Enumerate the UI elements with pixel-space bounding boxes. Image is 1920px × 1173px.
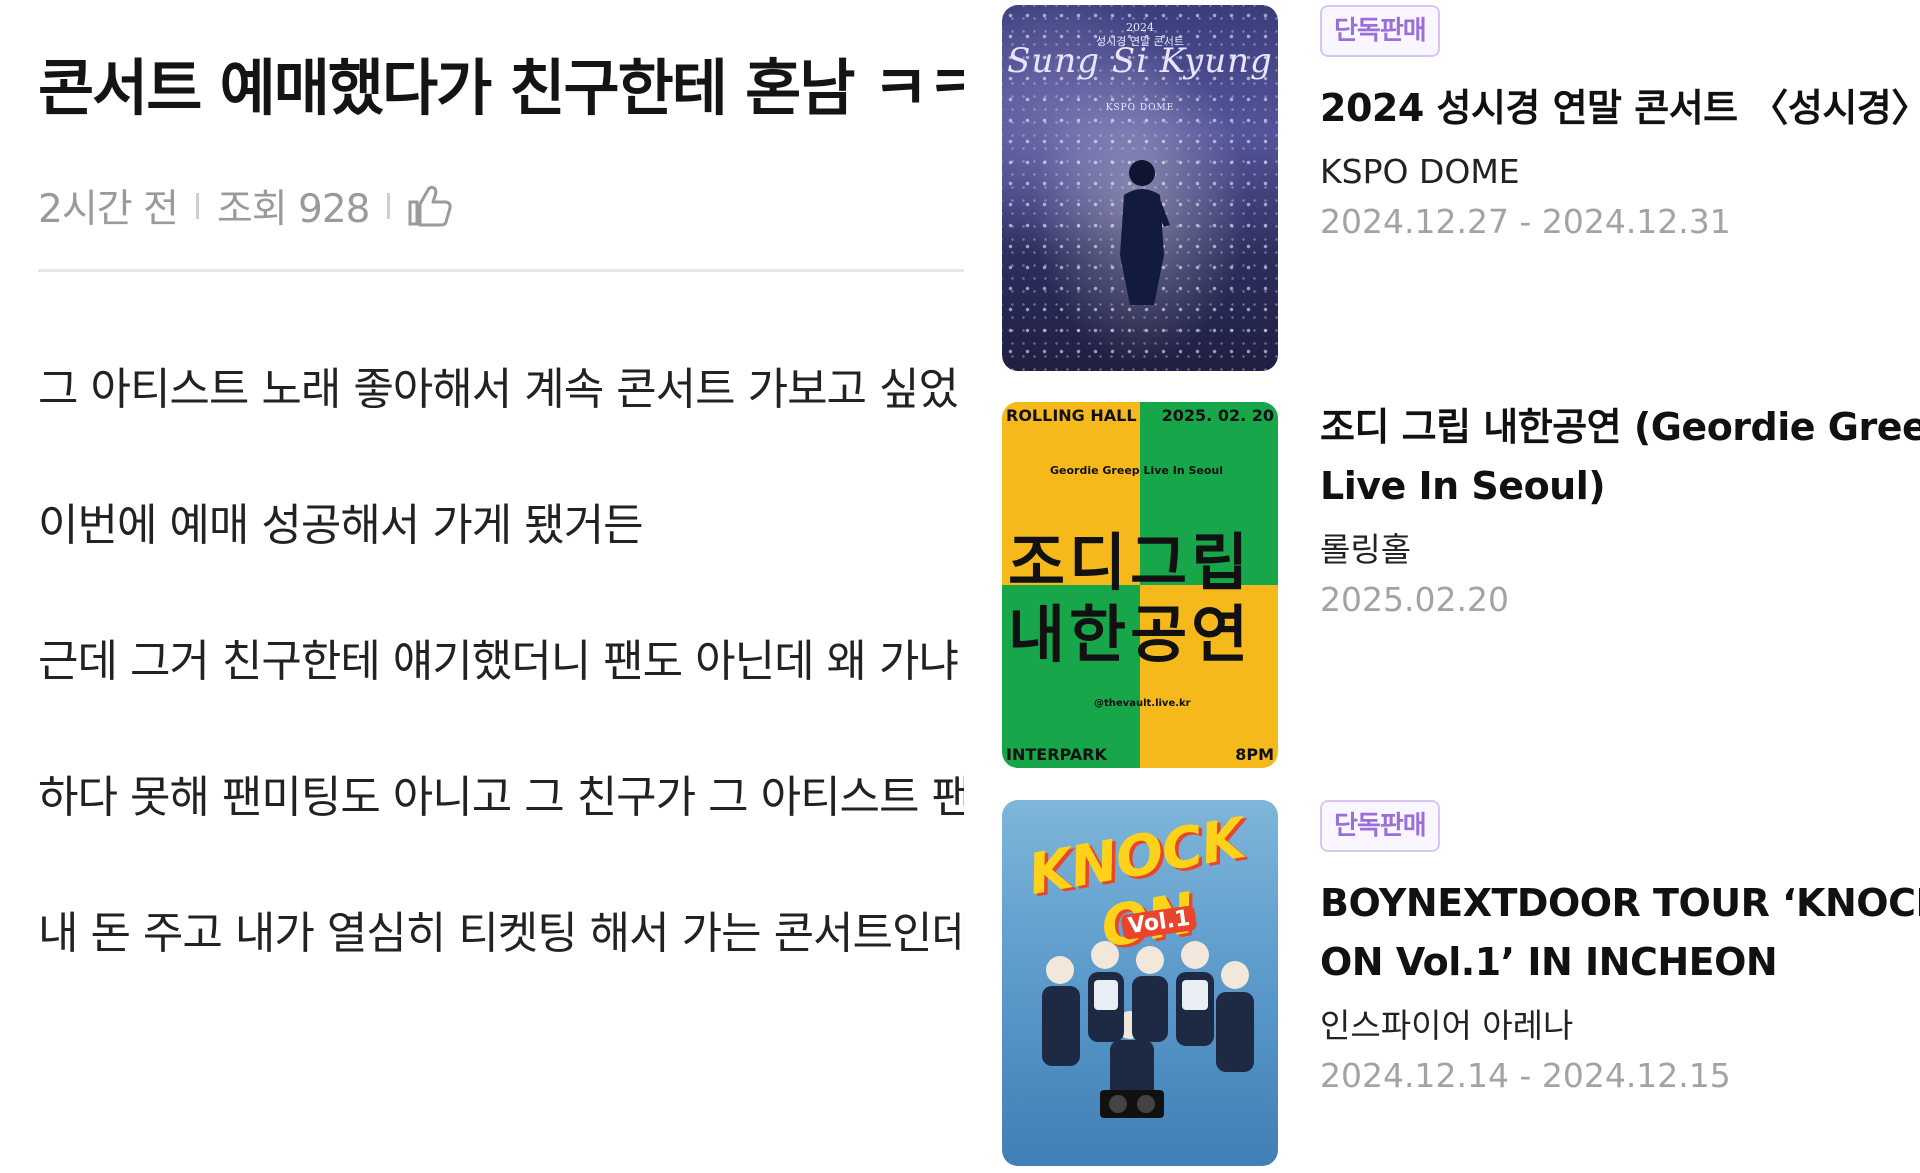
event-title-line: BOYNEXTDOOR TOUR ‘KNOCK — [1320, 881, 1920, 925]
post-meta: 2시간 전 조회 928 — [38, 178, 454, 234]
post-body-line: 근데 그거 친구한테 얘기했더니 팬도 아닌데 왜 가냐 — [38, 636, 959, 687]
event-title-line: ON Vol.1’ IN INCHEON — [1320, 940, 1778, 984]
poster-ticket-label: INTERPARK — [1006, 745, 1107, 764]
event-card[interactable]: KNOCK ON Vol.1 — [1002, 800, 1920, 1172]
post-time: 2시간 전 — [38, 187, 179, 232]
event-poster[interactable]: ROLLING HALL 2025. 02. 20 Geordie Greep … — [1002, 402, 1278, 768]
event-listings: 2024 성시경 연말 콘서트 Sung Si Kyung KSPO DOME … — [1002, 0, 1920, 1173]
exclusive-badge: 단독판매 — [1320, 5, 1440, 57]
poster-big-text: 내한공연 — [1008, 598, 1253, 671]
event-poster[interactable]: KNOCK ON Vol.1 — [1002, 800, 1278, 1166]
event-poster[interactable]: 2024 성시경 연말 콘서트 Sung Si Kyung KSPO DOME — [1002, 5, 1278, 371]
screen: 콘서트 예매했다가 친구한테 혼남 ㅋㅋ 2시간 전 조회 928 그 아티스트… — [0, 0, 1920, 1173]
event-venue: 롤링홀 — [1320, 530, 1412, 569]
event-title-line: Live In Seoul) — [1320, 464, 1606, 508]
post-body-line: 이번에 예매 성공해서 가게 됐거든 — [38, 500, 644, 551]
poster-subtitle: Geordie Greep Live In Seoul — [1050, 464, 1224, 477]
event-info: 단독판매 2024 성시경 연말 콘서트 〈성시경〉 KSPO DOME 202… — [1320, 5, 1920, 244]
poster-handle: @thevault.live.kr — [1094, 698, 1191, 709]
post-panel: 콘서트 예매했다가 친구한테 혼남 ㅋㅋ 2시간 전 조회 928 그 아티스트… — [38, 0, 964, 1173]
event-info: 단독판매 BOYNEXTDOOR TOUR ‘KNOCK ON Vol.1’ I… — [1320, 800, 1920, 1098]
event-venue: KSPO DOME — [1320, 152, 1520, 191]
post-title: 콘서트 예매했다가 친구한테 혼남 ㅋㅋ — [38, 53, 964, 124]
post-body-line: 내 돈 주고 내가 열심히 티켓팅 해서 가는 콘서트인데 — [38, 908, 964, 959]
event-card[interactable]: ROLLING HALL 2025. 02. 20 Geordie Greep … — [1002, 402, 1920, 774]
poster-script-title: Sung Si Kyung — [1007, 41, 1273, 81]
poster-venue: KSPO DOME — [1105, 103, 1175, 113]
poster-time-label: 8PM — [1235, 745, 1274, 764]
group-photo — [1042, 941, 1254, 1118]
thumbs-up-icon[interactable] — [408, 184, 454, 228]
exclusive-badge: 단독판매 — [1320, 800, 1440, 852]
event-title[interactable]: BOYNEXTDOOR TOUR ‘KNOCK ON Vol.1’ IN INC… — [1320, 874, 1920, 992]
post-body-line: 그 아티스트 노래 좋아해서 계속 콘서트 가보고 싶었 — [38, 364, 959, 415]
event-title[interactable]: 2024 성시경 연말 콘서트 〈성시경〉 — [1320, 79, 1920, 138]
event-card[interactable]: 2024 성시경 연말 콘서트 Sung Si Kyung KSPO DOME … — [1002, 5, 1920, 377]
post-body-line: 하다 못해 팬미팅도 아니고 그 친구가 그 아티스트 팬 — [38, 772, 964, 823]
event-venue: 인스파이어 아레나 — [1320, 1006, 1574, 1045]
event-info: 조디 그립 내한공연 (Geordie Greep Live In Seoul)… — [1320, 398, 1920, 622]
post-divider — [38, 269, 964, 272]
event-date: 2024.12.27 - 2024.12.31 — [1320, 202, 1731, 241]
event-date: 2025.02.20 — [1320, 580, 1509, 619]
post-views: 조회 928 — [216, 187, 371, 232]
event-date: 2024.12.14 - 2024.12.15 — [1320, 1056, 1731, 1095]
meta-divider — [387, 193, 391, 219]
meta-divider — [195, 193, 199, 219]
poster-venue-label: ROLLING HALL — [1006, 406, 1137, 425]
poster-date-label: 2025. 02. 20 — [1161, 406, 1274, 425]
post-body: 그 아티스트 노래 좋아해서 계속 콘서트 가보고 싶었 이번에 예매 성공해서… — [38, 360, 964, 1040]
performer-silhouette — [1120, 160, 1170, 305]
event-title[interactable]: 조디 그립 내한공연 (Geordie Greep Live In Seoul) — [1320, 398, 1920, 516]
event-title-line: 조디 그립 내한공연 (Geordie Greep — [1320, 405, 1920, 449]
